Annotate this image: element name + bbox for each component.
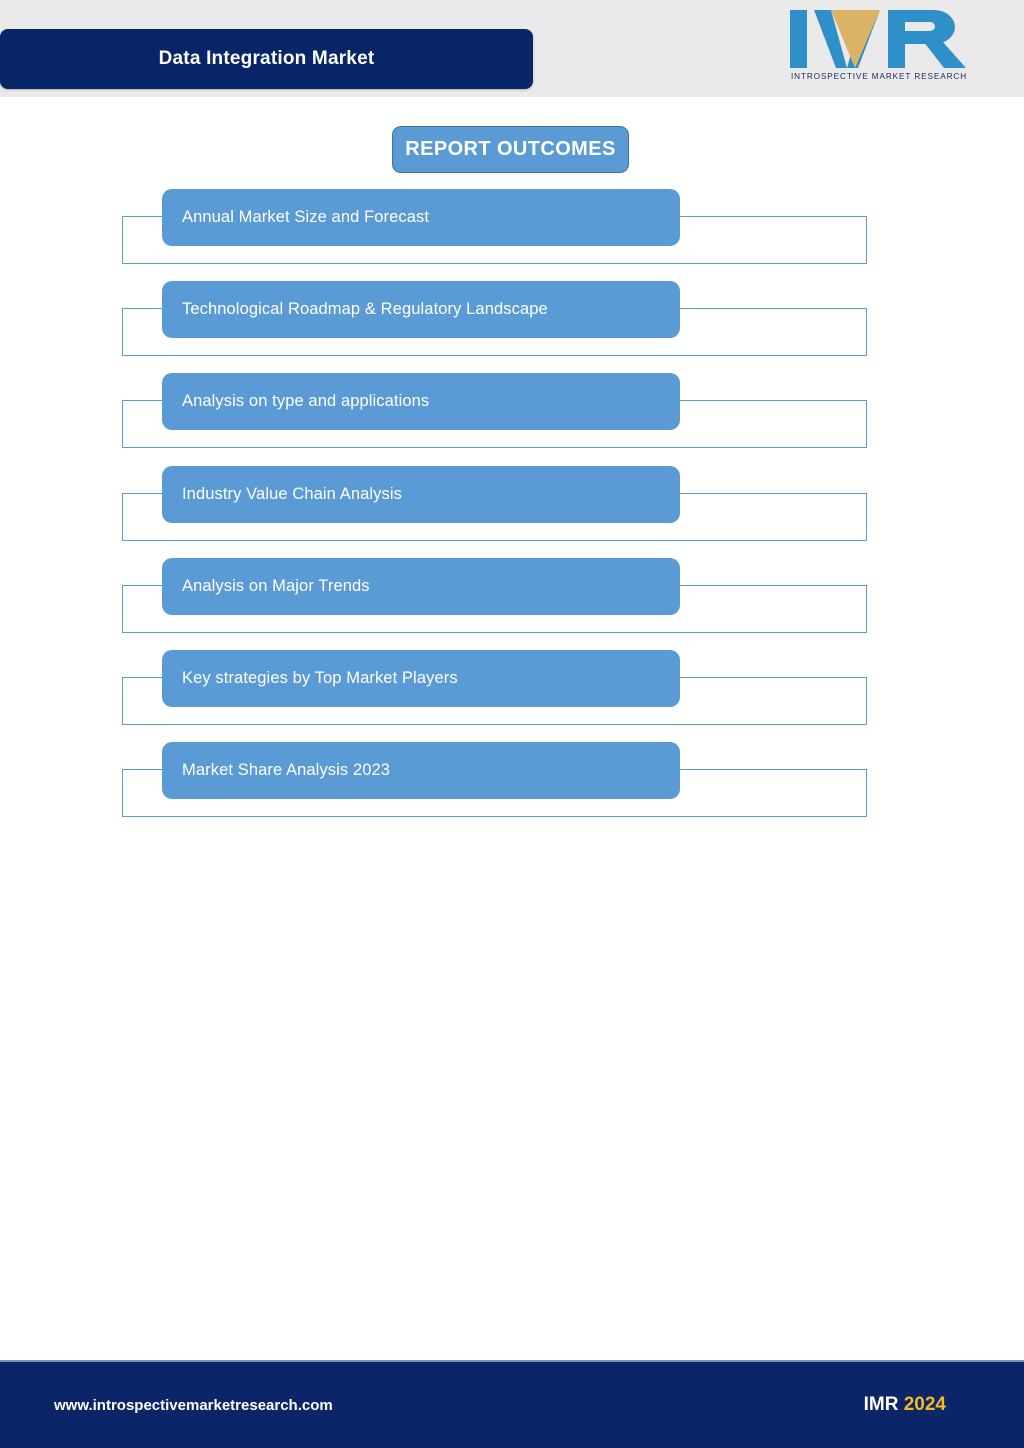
outcome-label: Industry Value Chain Analysis	[182, 485, 402, 503]
footer-bar: www.introspectivemarketresearch.com IMR …	[0, 1360, 1024, 1448]
outcome-label: Market Share Analysis 2023	[182, 761, 391, 779]
outcome-row: Technological Roadmap & Regulatory Lands…	[0, 281, 1024, 373]
outcome-label: Annual Market Size and Forecast	[182, 208, 430, 226]
footer-brand-year: 2024	[903, 1394, 946, 1415]
outcome-label: Analysis on type and applications	[182, 392, 430, 410]
outcome-row: Key strategies by Top Market Players	[0, 650, 1024, 742]
outcome-row: Analysis on Major Trends	[0, 558, 1024, 650]
footer-website-link[interactable]: www.introspectivemarketresearch.com	[0, 1397, 333, 1414]
footer-brand: IMR 2024	[864, 1394, 1024, 1416]
outcome-item-6[interactable]: Key strategies by Top Market Players	[162, 650, 680, 707]
outcome-label: Analysis on Major Trends	[182, 577, 370, 595]
outcome-row: Analysis on type and applications	[0, 373, 1024, 465]
outcome-row: Industry Value Chain Analysis	[0, 466, 1024, 558]
outcome-row: Market Share Analysis 2023	[0, 742, 1024, 834]
outcome-label: Technological Roadmap & Regulatory Lands…	[182, 300, 548, 318]
outcome-item-5[interactable]: Analysis on Major Trends	[162, 558, 680, 615]
outcome-item-7[interactable]: Market Share Analysis 2023	[162, 742, 680, 799]
outcome-item-2[interactable]: Technological Roadmap & Regulatory Lands…	[162, 281, 680, 338]
outcome-item-3[interactable]: Analysis on type and applications	[162, 373, 680, 430]
outcome-row: Annual Market Size and Forecast	[0, 189, 1024, 281]
report-outcomes-list: Annual Market Size and Forecast Technolo…	[0, 0, 1024, 817]
footer-brand-name: IMR	[863, 1394, 899, 1415]
outcome-item-1[interactable]: Annual Market Size and Forecast	[162, 189, 680, 246]
outcome-label: Key strategies by Top Market Players	[182, 669, 458, 687]
outcome-item-4[interactable]: Industry Value Chain Analysis	[162, 466, 680, 523]
